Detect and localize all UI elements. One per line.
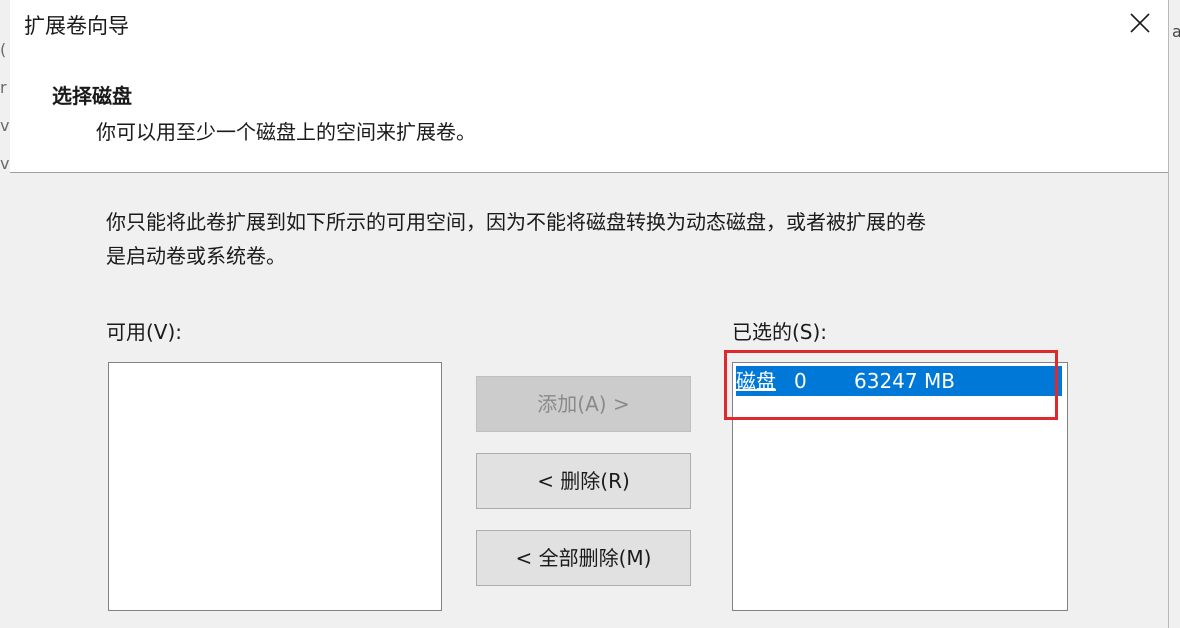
- wizard-header: 选择磁盘 你可以用至少一个磁盘上的空间来扩展卷。: [10, 46, 1168, 172]
- window-title: 扩展卷向导: [24, 14, 129, 38]
- description-line-1: 你只能将此卷扩展到如下所示的可用空间，因为不能将磁盘转换为动态磁盘，或者被扩展的…: [106, 210, 926, 234]
- page-title: 选择磁盘: [52, 84, 132, 108]
- title-bar[interactable]: 扩展卷向导: [10, 0, 1168, 46]
- available-label: 可用(V):: [106, 320, 183, 344]
- page-subtitle: 你可以用至少一个磁盘上的空间来扩展卷。: [96, 120, 476, 144]
- selected-label: 已选的(S):: [732, 320, 828, 344]
- close-button[interactable]: [1112, 0, 1168, 46]
- add-button[interactable]: 添加(A) >: [476, 376, 691, 432]
- available-disks-list[interactable]: [108, 362, 442, 611]
- wizard-content: 你只能将此卷扩展到如下所示的可用空间，因为不能将磁盘转换为动态磁盘，或者被扩展的…: [10, 173, 1168, 628]
- description-text: 你只能将此卷扩展到如下所示的可用空间，因为不能将磁盘转换为动态磁盘，或者被扩展的…: [106, 205, 1106, 273]
- red-highlight-box: [724, 350, 1058, 420]
- close-icon: [1130, 13, 1150, 33]
- description-line-2: 是启动卷或系统卷。: [106, 244, 286, 268]
- remove-all-button[interactable]: < 全部删除(M): [476, 530, 691, 586]
- remove-button[interactable]: < 删除(R): [476, 453, 691, 509]
- background-window-edge-right: a: [1168, 0, 1180, 628]
